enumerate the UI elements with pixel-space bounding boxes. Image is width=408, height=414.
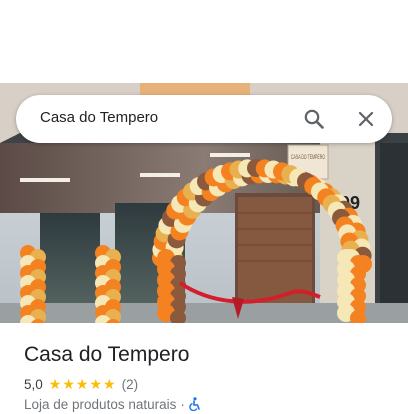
rating-row[interactable]: 5,0 ★ ★ ★ ★ ★ (2)	[24, 376, 138, 392]
star-icon: ★	[103, 376, 116, 392]
place-title: Casa do Tempero	[24, 343, 190, 366]
star-icon: ★	[89, 376, 103, 392]
search-input[interactable]: Casa do Tempero	[40, 109, 158, 126]
star-icon: ★	[62, 376, 75, 392]
wheelchair-icon	[189, 397, 201, 412]
close-icon[interactable]	[354, 107, 378, 131]
store-sign: CASA DO TEMPERO	[291, 155, 325, 161]
place-details-panel[interactable]: Casa do Tempero 5,0 ★ ★ ★ ★ ★ (2) Loja de pr…	[0, 323, 408, 412]
balloon-column-left	[20, 245, 46, 323]
search-icon[interactable]	[302, 107, 326, 131]
search-box[interactable]: Casa do Tempero	[16, 95, 392, 143]
balloon-column-middle	[95, 245, 121, 323]
star-rating: ★ ★ ★ ★ ★	[49, 377, 117, 391]
category-row: Loja de produtos naturais ·	[24, 396, 201, 412]
separator-dot: ·	[180, 396, 185, 412]
review-count[interactable]: (2)	[122, 377, 139, 392]
star-icon: ★	[75, 376, 89, 392]
star-icon: ★	[48, 376, 62, 392]
rating-value: 5,0	[24, 376, 43, 392]
place-category: Loja de produtos naturais	[24, 396, 177, 412]
